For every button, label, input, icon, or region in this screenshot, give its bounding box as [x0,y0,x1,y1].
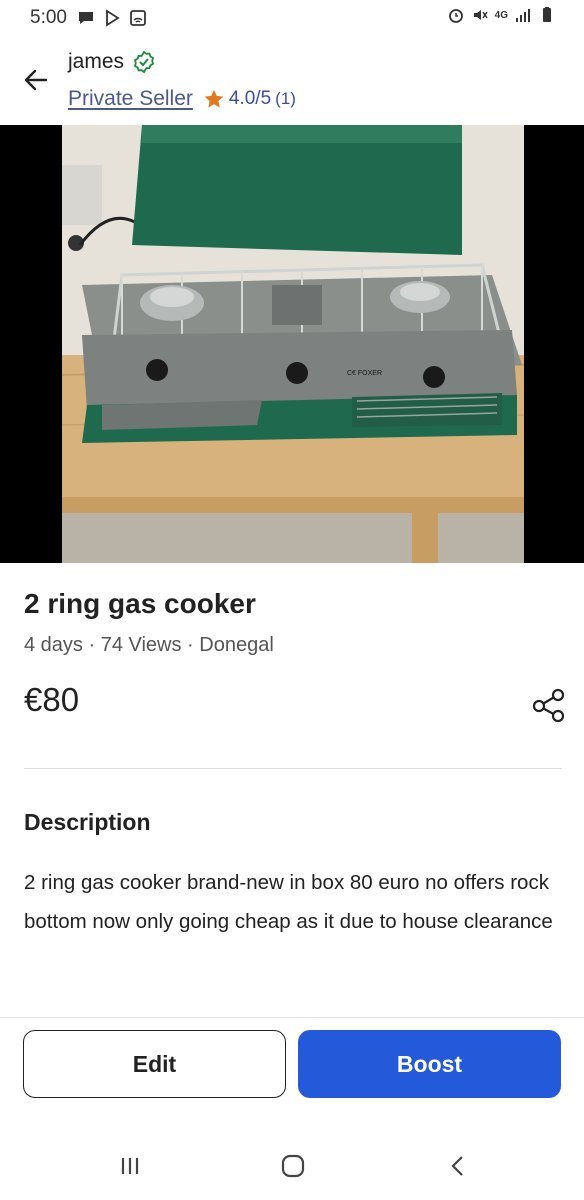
status-bar: 5:00 4G [0,0,584,36]
home-button[interactable] [273,1148,313,1184]
arrow-left-icon [24,69,48,91]
seller-info-row: Private Seller 4.0/5 (1) [68,87,296,111]
seller-type-link[interactable]: Private Seller [68,87,193,111]
description-text: 2 ring gas cooker brand-new in box 80 eu… [24,871,553,933]
sim-card-icon [130,10,146,26]
boost-button[interactable]: Boost [298,1030,561,1098]
share-button[interactable] [530,686,568,724]
listing-photo-carousel[interactable]: C€ FOXER [0,125,584,563]
seller-rating[interactable]: 4.0/5 (1) [203,88,296,110]
listing-meta: 4 days · 74 Views · Donegal [24,634,274,656]
gas-cooker-photo: C€ FOXER [62,125,524,563]
listing-photo: C€ FOXER [62,125,524,563]
rating-count: (1) [275,89,296,108]
mute-icon [473,10,488,20]
system-nav-bar [0,1130,584,1200]
recents-icon [121,1158,139,1174]
alarm-icon [448,9,463,23]
signal-icon [516,9,530,22]
chat-bubble-icon [78,12,93,24]
rating-value: 4.0/5 [228,88,272,109]
status-left-icons [77,9,147,27]
verified-check-icon [133,50,155,74]
description-heading: Description [24,809,151,835]
seller-name-row[interactable]: james [68,50,156,74]
play-store-icon [106,9,120,27]
seller-name: james [68,50,125,73]
action-bar-divider [0,1017,584,1018]
status-right-icons: 4G [447,6,556,24]
battery-icon [543,7,551,22]
nav-back-icon [451,1156,463,1176]
recents-button[interactable] [110,1148,150,1184]
edit-button[interactable]: Edit [23,1030,286,1098]
status-time: 5:00 [30,7,67,28]
home-icon [281,1154,305,1178]
section-divider [24,768,562,769]
4g-icon: 4G [494,9,508,21]
svg-text:C€ FOXER: C€ FOXER [347,370,382,377]
listing-price: €80 [24,681,80,718]
listing-title: 2 ring gas cooker [24,588,256,619]
back-button[interactable] [18,62,54,98]
nav-back-button[interactable] [438,1148,478,1184]
listing-header: james Private Seller 4.0/5 (1) [0,40,584,124]
star-icon [204,89,224,108]
share-icon [532,688,565,723]
